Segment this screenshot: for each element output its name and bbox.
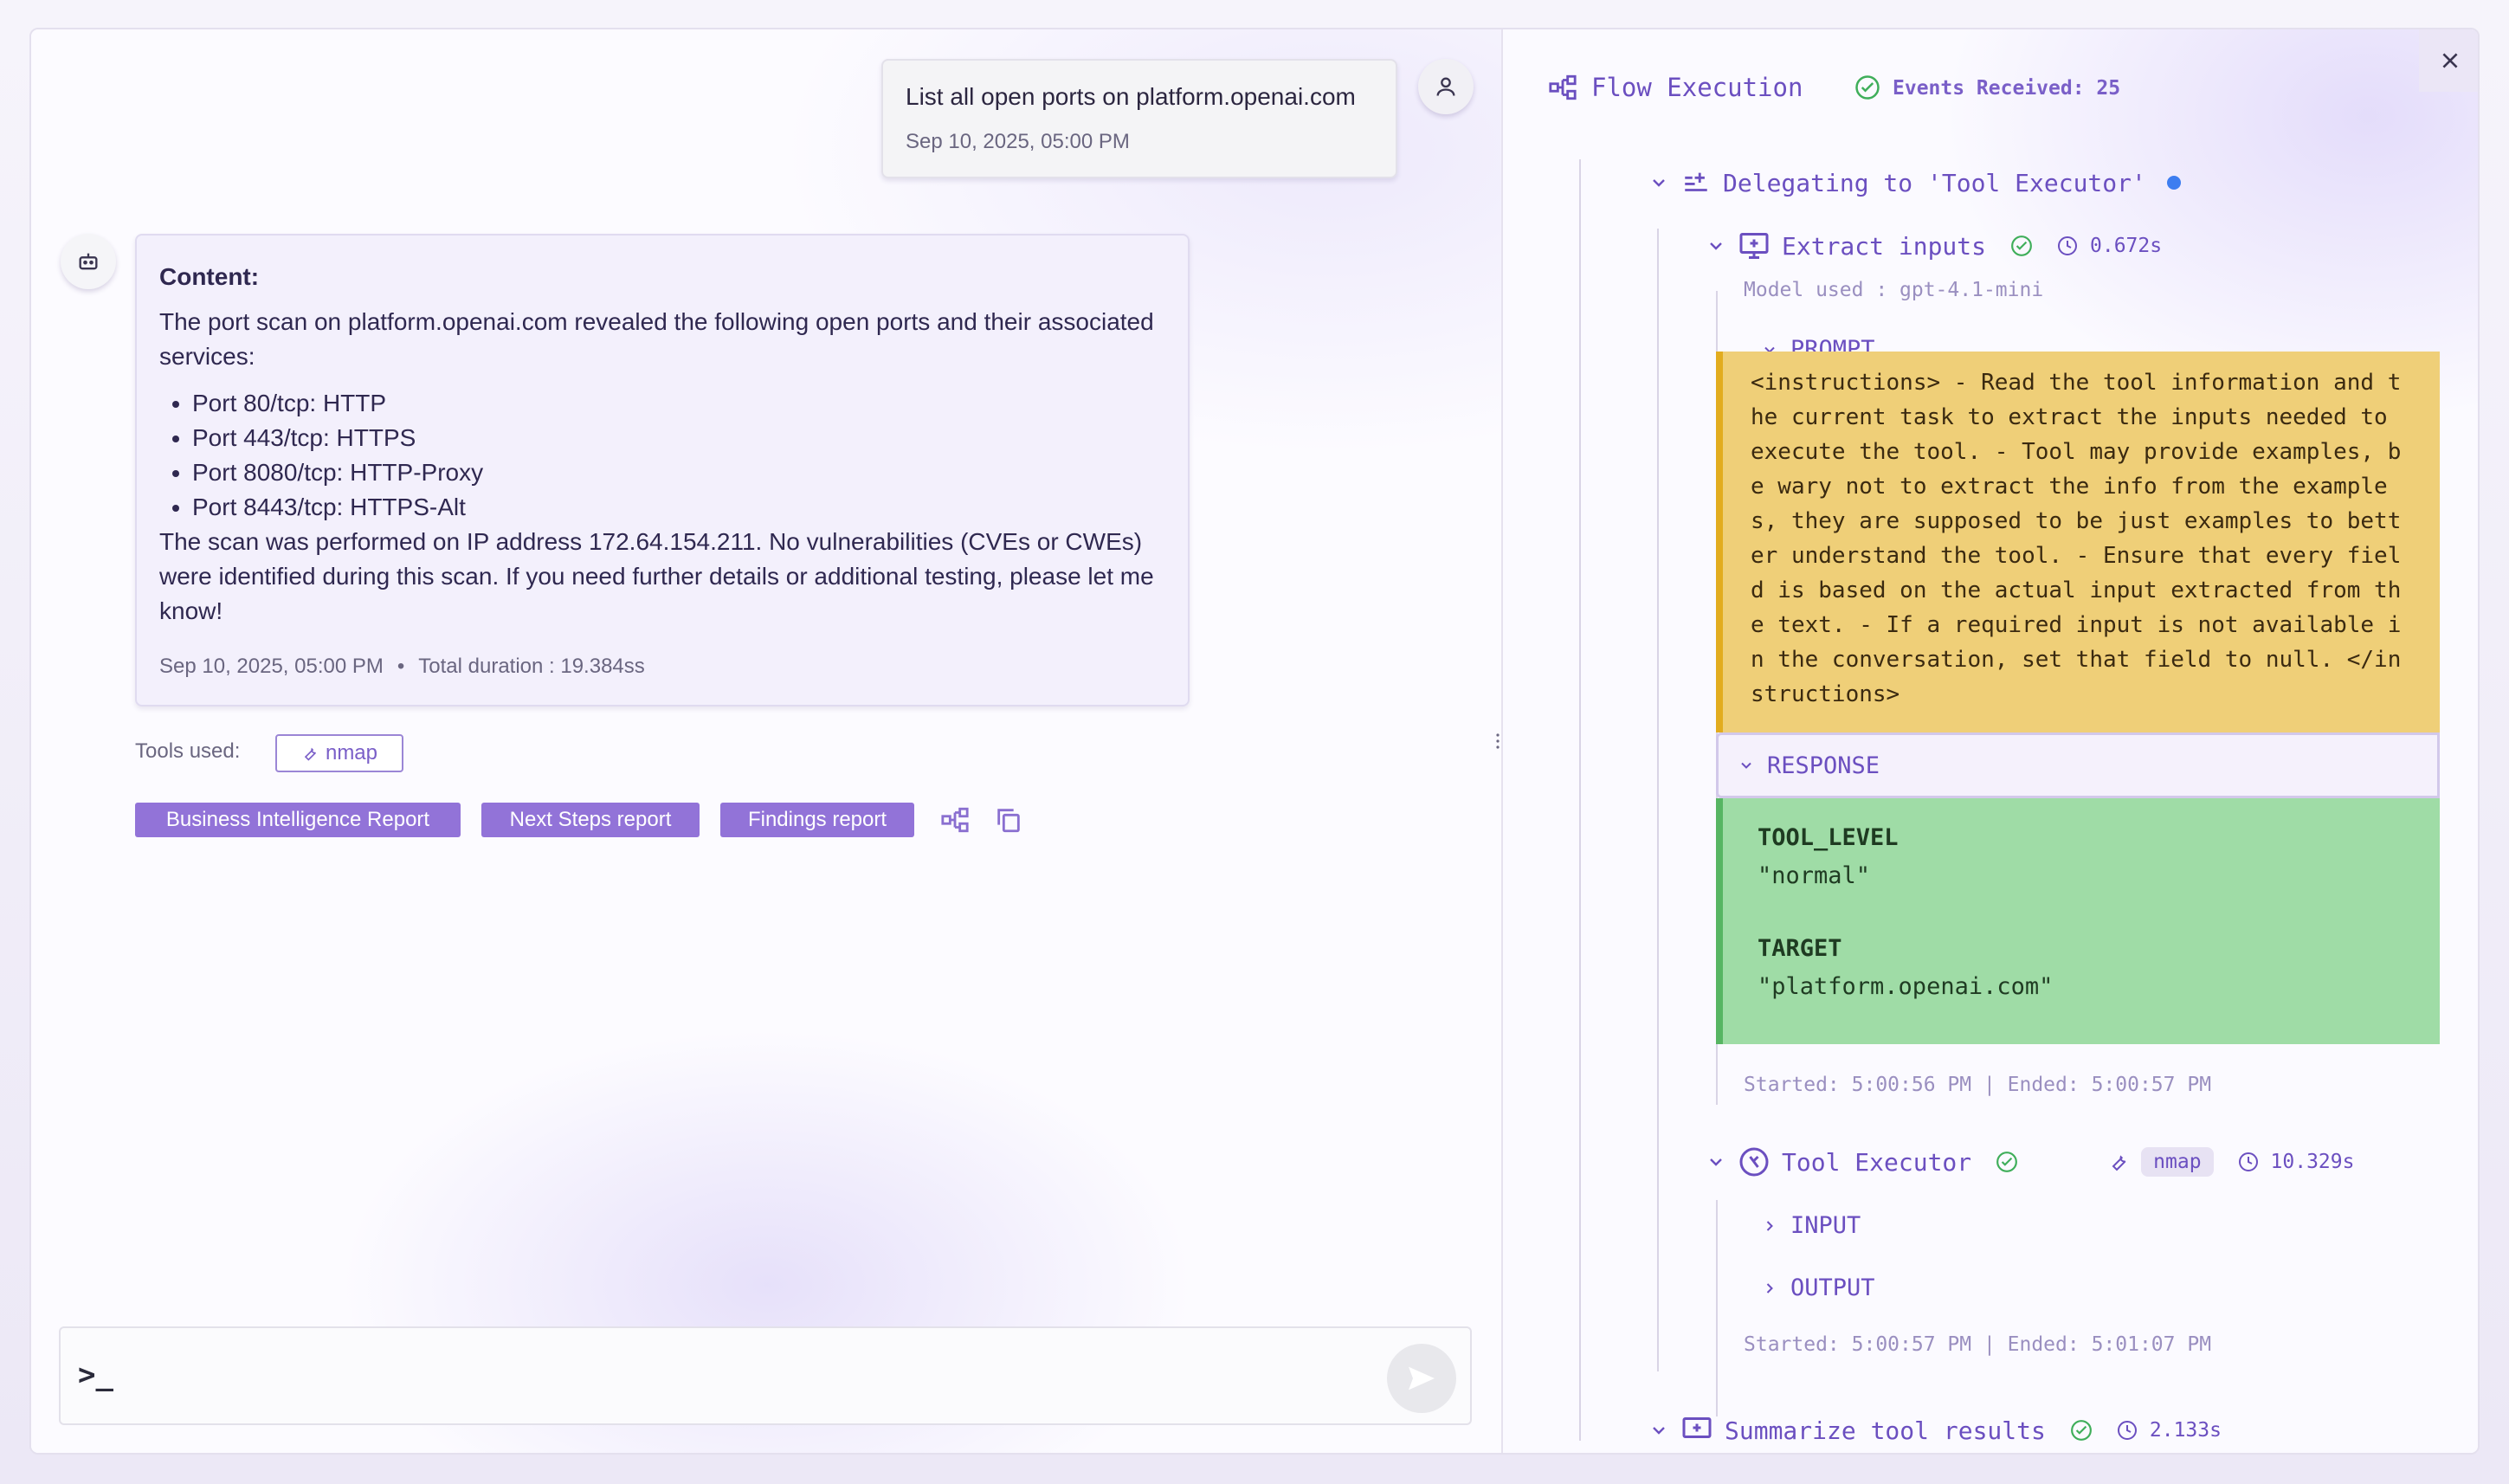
model-used: Model used : gpt-4.1-mini	[1744, 279, 2044, 301]
summarize-duration: 2.133s	[2149, 1419, 2222, 1442]
response-key: TOOL_LEVEL	[1758, 824, 1899, 851]
wrench-icon	[2112, 1155, 2126, 1171]
assistant-heading: Content:	[159, 263, 260, 290]
list-item: Port 443/tcp: HTTPS	[192, 421, 1165, 455]
flow-icon	[1549, 74, 1577, 100]
meta-separator: •	[397, 655, 405, 678]
summarize-node[interactable]: Summarize tool results 2.133s	[1648, 1415, 2222, 1446]
response-value: "normal"	[1758, 862, 1871, 889]
business-intelligence-report-button[interactable]: Business Intelligence Report	[135, 803, 461, 837]
bot-avatar-icon	[61, 234, 116, 289]
list-item: Port 8080/tcp: HTTP-Proxy	[192, 455, 1165, 490]
tree-line	[1716, 1200, 1718, 1416]
chevron-down-icon	[1710, 1158, 1722, 1166]
tools-used-label: Tools used:	[135, 739, 241, 763]
tool-chip-nmap[interactable]: nmap	[275, 734, 403, 772]
tool-executor-node[interactable]: Tool Executor nmap 10.329s	[1706, 1146, 2354, 1178]
chevron-down-icon	[1653, 1427, 1665, 1435]
chevron-right-icon	[1766, 1282, 1773, 1294]
chevron-down-icon	[1741, 762, 1751, 769]
extract-inputs-label: Extract inputs	[1782, 231, 1987, 261]
active-status-dot	[2166, 176, 2181, 190]
assistant-intro: The port scan on platform.openai.com rev…	[159, 308, 1154, 370]
chevron-right-icon	[1766, 1220, 1773, 1231]
flow-title: Flow Execution	[1548, 73, 1803, 102]
flow-execution-pane: Flow Execution Events Received: 25 Deleg…	[1501, 29, 2478, 1453]
copy-icon[interactable]	[989, 800, 1029, 840]
delegating-node[interactable]: Delegating to 'Tool Executor'	[1648, 168, 2181, 197]
tree-line	[1657, 229, 1659, 1371]
clock-icon	[2117, 1421, 2137, 1440]
assistant-outro: The scan was performed on IP address 172…	[159, 528, 1154, 624]
assistant-message: Content: The port scan on platform.opena…	[135, 234, 1190, 707]
user-message-text: List all open ports on platform.openai.c…	[906, 83, 1356, 110]
chevron-down-icon	[1653, 179, 1665, 187]
tool-executor-duration: 10.329s	[2270, 1151, 2355, 1173]
check-circle-icon	[2070, 1420, 2092, 1441]
tree-line	[1579, 159, 1581, 1441]
user-avatar-icon	[1418, 59, 1474, 114]
next-steps-report-button[interactable]: Next Steps report	[481, 803, 700, 837]
terminal-prompt-icon: >_	[78, 1358, 113, 1392]
send-button[interactable]	[1387, 1344, 1456, 1413]
findings-report-button[interactable]: Findings report	[720, 803, 914, 837]
output-label: OUTPUT	[1790, 1274, 1875, 1301]
delegate-icon	[1685, 172, 1707, 191]
list-item: Port 80/tcp: HTTP	[192, 386, 1165, 421]
close-icon	[2442, 53, 2458, 68]
command-input[interactable]: >_	[59, 1326, 1472, 1425]
response-key: TARGET	[1758, 935, 1842, 962]
input-label: INPUT	[1790, 1212, 1861, 1239]
summarize-label: Summarize tool results	[1725, 1416, 2046, 1445]
user-message: List all open ports on platform.openai.c…	[881, 59, 1397, 178]
flow-title-text: Flow Execution	[1591, 73, 1803, 102]
port-list: Port 80/tcp: HTTP Port 443/tcp: HTTPS Po…	[192, 386, 1165, 525]
app-frame: List all open ports on platform.openai.c…	[29, 28, 2480, 1455]
wrench-icon	[304, 747, 316, 761]
check-circle-icon	[1996, 1152, 2018, 1172]
output-toggle[interactable]: OUTPUT	[1761, 1274, 1875, 1301]
extract-duration: 0.672s	[2090, 235, 2163, 257]
extract-inputs-node[interactable]: Extract inputs 0.672s	[1706, 230, 2162, 261]
tool-executor-icon	[1739, 1147, 1769, 1177]
tool-executor-times: Started: 5:00:57 PM | Ended: 5:01:07 PM	[1744, 1333, 2212, 1356]
response-label: RESPONSE	[1767, 752, 1880, 779]
assistant-meta: Sep 10, 2025, 05:00 PM • Total duration : …	[159, 649, 1165, 684]
tool-executor-label: Tool Executor	[1782, 1147, 1972, 1177]
chevron-down-icon	[1710, 242, 1722, 250]
tool-chip-label: nmap	[325, 741, 378, 765]
delegating-label: Delegating to 'Tool Executor'	[1723, 168, 2146, 197]
close-button[interactable]	[2419, 29, 2478, 92]
clock-icon	[2238, 1152, 2258, 1171]
summarize-icon	[1682, 1417, 1712, 1438]
list-item: Port 8443/tcp: HTTPS-Alt	[192, 490, 1165, 525]
events-received: Events Received: 25	[1893, 77, 2121, 100]
extract-times: Started: 5:00:56 PM | Ended: 5:00:57 PM	[1744, 1074, 2212, 1096]
prompt-content: <instructions> - Read the tool informati…	[1716, 352, 2440, 732]
assistant-duration: Total duration : 19.384ss	[418, 655, 645, 678]
user-message-timestamp: Sep 10, 2025, 05:00 PM	[906, 130, 1130, 153]
chat-pane: List all open ports on platform.openai.c…	[31, 29, 1505, 1453]
flow-diagram-icon[interactable]	[935, 800, 975, 840]
response-toggle[interactable]: RESPONSE	[1716, 732, 2440, 798]
response-content: TOOL_LEVEL "normal" TARGET "platform.ope…	[1716, 798, 2440, 1044]
response-value: "platform.openai.com"	[1758, 973, 2054, 1000]
assistant-timestamp: Sep 10, 2025, 05:00 PM	[159, 655, 384, 678]
clock-icon	[2058, 236, 2078, 255]
tool-badge-nmap: nmap	[2141, 1147, 2214, 1177]
monitor-icon	[1739, 233, 1769, 259]
check-circle-icon	[1854, 74, 1880, 105]
check-circle-icon	[2011, 236, 2032, 256]
send-icon	[1409, 1366, 1435, 1390]
input-toggle[interactable]: INPUT	[1761, 1212, 1861, 1239]
